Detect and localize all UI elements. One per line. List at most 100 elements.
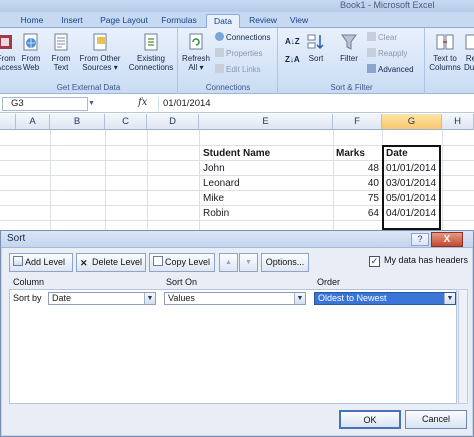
sort-on-select[interactable]: Values ▼ (164, 292, 306, 305)
from-web-button[interactable]: From Web (18, 32, 44, 72)
clear-button[interactable]: Clear (367, 32, 397, 44)
delete-level-button[interactable]: ✕ Delete Level (76, 253, 146, 272)
tab-insert[interactable]: Insert (52, 14, 92, 28)
move-up-button[interactable]: ▲ (219, 253, 238, 272)
title-bar: Book1 - Microsoft Excel (0, 0, 474, 12)
edit-links-button[interactable]: Edit Links (215, 64, 261, 76)
sort-by-label: Sort by (13, 293, 42, 303)
header-cell-student-name[interactable]: Student Name (203, 147, 270, 161)
chevron-down-icon[interactable]: ▼ (444, 293, 455, 304)
sort-on-header-label: Sort On (166, 277, 198, 287)
cell-name[interactable]: Robin (203, 207, 229, 221)
existing-connections-button[interactable]: Existing Connections (126, 32, 176, 72)
tab-formulas[interactable]: Formulas (156, 14, 202, 28)
tab-data[interactable]: Data (206, 14, 240, 29)
group-label-sort-filter: Sort & Filter (330, 83, 373, 92)
connections-button[interactable]: Connections (215, 32, 270, 44)
cell-marks[interactable]: 48 (333, 162, 379, 176)
order-select[interactable]: Oldest to Newest ▼ (314, 292, 456, 305)
tab-home[interactable]: Home (14, 14, 50, 28)
from-other-sources-button[interactable]: From Other Sources ▾ (78, 32, 122, 72)
sort-az-button[interactable]: A↓Z (285, 36, 300, 48)
tab-page-layout[interactable]: Page Layout (94, 14, 154, 28)
order-header-label: Order (317, 277, 341, 287)
column-header-d[interactable]: D (147, 114, 199, 130)
ok-button[interactable]: OK (339, 410, 401, 429)
column-header-a[interactable]: A (16, 114, 50, 130)
edit-links-icon (215, 64, 224, 73)
formula-input[interactable]: 01/01/2014 (158, 97, 474, 111)
select-all-corner[interactable] (0, 114, 16, 130)
cell-name[interactable]: John (203, 162, 225, 176)
window-title: Book1 - Microsoft Excel (340, 0, 435, 10)
text-to-columns-button[interactable]: Text to Columns (428, 32, 462, 72)
filter-icon (341, 34, 357, 50)
column-header-c[interactable]: C (105, 114, 147, 130)
header-cell-marks[interactable]: Marks (336, 147, 365, 161)
cell-marks[interactable]: 64 (333, 207, 379, 221)
chevron-down-icon[interactable]: ▼ (88, 97, 98, 111)
refresh-all-button[interactable]: Refresh All ▾ (181, 32, 211, 72)
delete-icon: ✕ (80, 258, 88, 268)
cell-name[interactable]: Leonard (203, 177, 240, 191)
chevron-down-icon[interactable]: ▼ (144, 293, 155, 304)
properties-icon (215, 48, 224, 57)
cancel-button[interactable]: Cancel (405, 410, 467, 429)
levels-scrollbar[interactable] (458, 289, 468, 404)
from-access-button[interactable]: FromAccess (0, 32, 22, 72)
ribbon: FromAccess FromWeb FromText From OtherSo… (0, 28, 474, 94)
clear-filter-icon (367, 32, 376, 41)
advanced-button[interactable]: Advanced (367, 64, 414, 76)
dialog-title-bar[interactable]: Sort ? X (1, 231, 473, 248)
chevron-down-icon[interactable]: ▼ (294, 293, 305, 304)
web-icon (23, 33, 38, 51)
sort-levels-list (9, 289, 457, 404)
sort-button[interactable]: Sort (303, 32, 329, 63)
properties-button[interactable]: Properties (215, 48, 262, 60)
sort-icon (307, 34, 324, 50)
column-header-b[interactable]: B (50, 114, 105, 130)
existing-connections-icon (144, 33, 158, 51)
copy-level-button[interactable]: Copy Level (149, 253, 215, 272)
column-header-e[interactable]: E (199, 114, 333, 130)
add-level-button[interactable]: Add Level (9, 253, 73, 272)
sort-column-select[interactable]: Date ▼ (48, 292, 156, 305)
cell-marks[interactable]: 75 (333, 192, 379, 206)
column-header-f[interactable]: F (333, 114, 382, 130)
column-header-h[interactable]: H (442, 114, 474, 130)
column-header-label: Column (13, 277, 45, 287)
help-icon[interactable]: ? (411, 233, 429, 246)
name-box[interactable]: G3 (2, 97, 88, 111)
text-to-columns-icon (436, 34, 454, 50)
close-icon[interactable]: X (431, 232, 463, 247)
filter-button[interactable]: Filter (335, 32, 363, 63)
options-button[interactable]: Options... (261, 253, 309, 272)
ribbon-tabs: Home Insert Page Layout Formulas Data Re… (0, 12, 474, 29)
add-level-icon (13, 256, 23, 266)
remove-duplicates-icon (465, 34, 474, 50)
sort-az-icon: A↓Z (285, 37, 300, 46)
has-headers-label[interactable]: My data has headers (384, 255, 468, 265)
text-file-icon (54, 33, 68, 51)
group-label-connections: Connections (205, 83, 251, 92)
cell-name[interactable]: Mike (203, 192, 224, 206)
from-text-button[interactable]: From Text (47, 32, 75, 72)
remove-duplicates-button[interactable]: ReDup (464, 32, 474, 72)
gridline (147, 130, 148, 230)
gridline (50, 130, 51, 230)
move-down-button[interactable]: ▼ (239, 253, 258, 272)
tab-review[interactable]: Review (244, 14, 282, 28)
gridline (442, 130, 443, 230)
tab-view[interactable]: View (284, 14, 314, 28)
reapply-button[interactable]: Reapply (367, 48, 407, 60)
group-label-external: Get External Data (56, 83, 121, 92)
has-headers-checkbox[interactable]: ✓ (369, 256, 380, 267)
sort-za-icon: Z↓A (285, 55, 300, 64)
sort-za-button[interactable]: Z↓A (285, 54, 300, 66)
refresh-icon (189, 33, 203, 50)
column-header-g[interactable]: G (382, 114, 442, 130)
access-icon (0, 35, 12, 49)
group-get-external-data: FromAccess FromWeb FromText From OtherSo… (0, 28, 178, 94)
insert-function-icon[interactable]: fx (138, 97, 147, 108)
cell-marks[interactable]: 40 (333, 177, 379, 191)
